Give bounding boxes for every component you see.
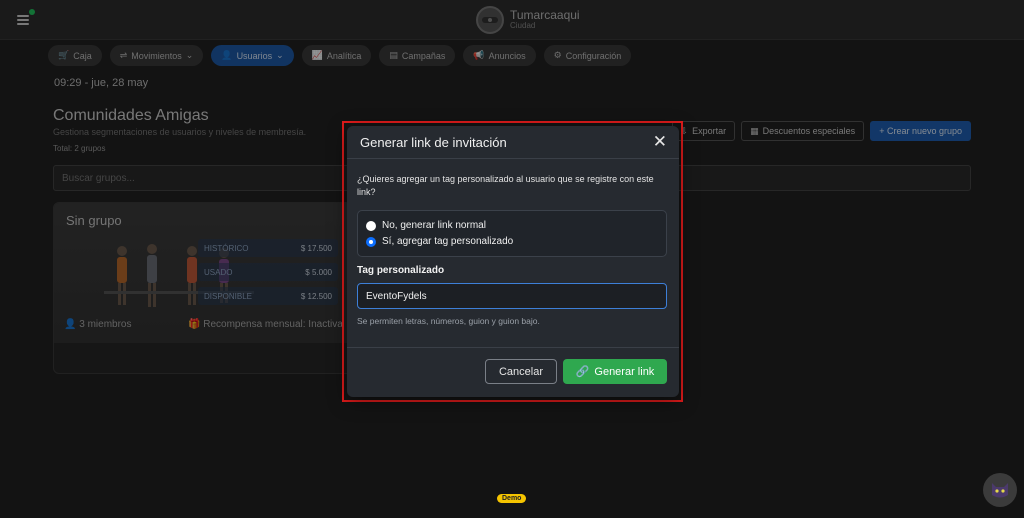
tag-label: Tag personalizado <box>357 265 445 276</box>
cancel-button[interactable]: Cancelar <box>485 359 557 384</box>
tag-option-group: No, generar link normal Sí, agregar tag … <box>357 210 667 257</box>
radio-unchecked-icon[interactable] <box>366 220 376 231</box>
radio-checked-icon[interactable] <box>366 236 376 247</box>
custom-tag-input[interactable] <box>357 283 667 309</box>
cat-icon <box>992 483 1008 498</box>
modal-question: ¿Quieres agregar un tag personalizado al… <box>357 174 654 197</box>
modal-title: Generar link de invitación <box>360 135 507 150</box>
invite-link-modal: Generar link de invitación ✕ ¿Quieres ag… <box>347 126 679 397</box>
generate-link-button[interactable]: 🔗 Generar link <box>563 359 667 384</box>
link-icon: 🔗 <box>575 366 590 378</box>
modal-header: Generar link de invitación ✕ <box>347 126 679 159</box>
tag-help-text: Se permiten letras, números, guion y gui… <box>357 316 540 326</box>
close-icon[interactable]: ✕ <box>653 132 667 152</box>
radio-option-tag[interactable]: Sí, agregar tag personalizado <box>366 236 513 247</box>
modal-footer: Cancelar 🔗 Generar link <box>347 347 679 397</box>
demo-badge: Demo <box>497 494 527 503</box>
radio-option-normal[interactable]: No, generar link normal <box>366 220 486 231</box>
assistant-avatar[interactable] <box>983 473 1017 507</box>
